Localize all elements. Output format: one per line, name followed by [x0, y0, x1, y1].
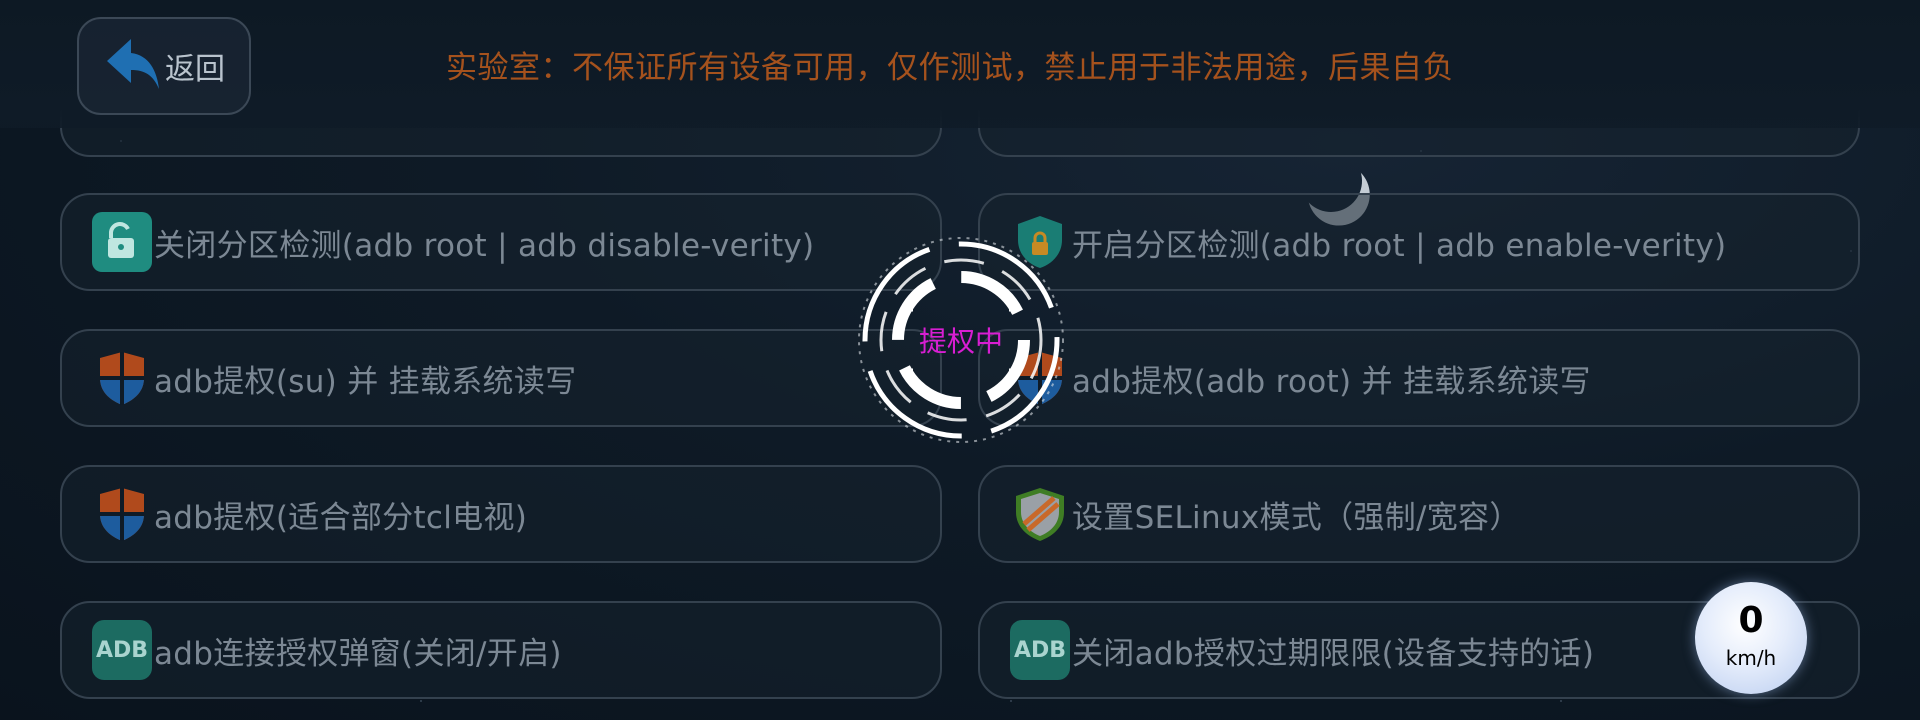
speed-unit: km/h — [1725, 646, 1777, 670]
speed-value: 0 — [1738, 600, 1764, 641]
action-label: 关闭adb授权过期限限(设备支持的话) — [1072, 635, 1595, 672]
adb-icon: ADB — [92, 620, 152, 680]
action-label: adb提权(su) 并 挂载系统读写 — [154, 363, 577, 400]
action-adb-auth-popup[interactable]: ADB adb连接授权弹窗(关闭/开启) — [60, 601, 942, 699]
action-label: 设置SELinux模式（强制/宽容） — [1072, 499, 1521, 536]
action-adb-root-mount[interactable]: adb提权(adb root) 并 挂载系统读写 — [978, 329, 1860, 427]
adb-icon: ADB — [1010, 620, 1070, 680]
unlock-icon — [92, 212, 152, 272]
disclaimer-notice: 实验室：不保证所有设备可用，仅作测试，禁止用于非法用途，后果自负 — [446, 50, 1454, 86]
shield-icon — [92, 348, 152, 408]
action-label: 关闭分区检测(adb root | adb disable-verity) — [154, 227, 815, 264]
back-button[interactable]: 返回 — [77, 17, 251, 115]
shield-icon — [92, 484, 152, 544]
selinux-shield-icon — [1010, 484, 1070, 544]
action-label: adb提权(适合部分tcl电视) — [154, 499, 528, 536]
action-selinux-mode[interactable]: 设置SELinux模式（强制/宽容） — [978, 465, 1860, 563]
action-root-su-mount[interactable]: adb提权(su) 并 挂载系统读写 — [60, 329, 942, 427]
action-label: adb连接授权弹窗(关闭/开启) — [154, 635, 562, 672]
action-disable-verity[interactable]: 关闭分区检测(adb root | adb disable-verity) — [60, 193, 942, 291]
action-root-tcl[interactable]: adb提权(适合部分tcl电视) — [60, 465, 942, 563]
loading-text: 提权中 — [918, 325, 1003, 358]
top-bar: 返回 实验室：不保证所有设备可用，仅作测试，禁止用于非法用途，后果自负 — [0, 0, 1920, 128]
back-arrow-icon — [103, 35, 163, 97]
loading-spinner: 提权中 — [849, 228, 1073, 452]
action-label: 开启分区检测(adb root | adb enable-verity) — [1072, 227, 1727, 264]
speed-indicator[interactable]: 0 km/h — [1695, 582, 1807, 694]
action-enable-verity[interactable]: 开启分区检测(adb root | adb enable-verity) — [978, 193, 1860, 291]
action-label: adb提权(adb root) 并 挂载系统读写 — [1072, 363, 1591, 400]
back-label: 返回 — [165, 52, 225, 87]
